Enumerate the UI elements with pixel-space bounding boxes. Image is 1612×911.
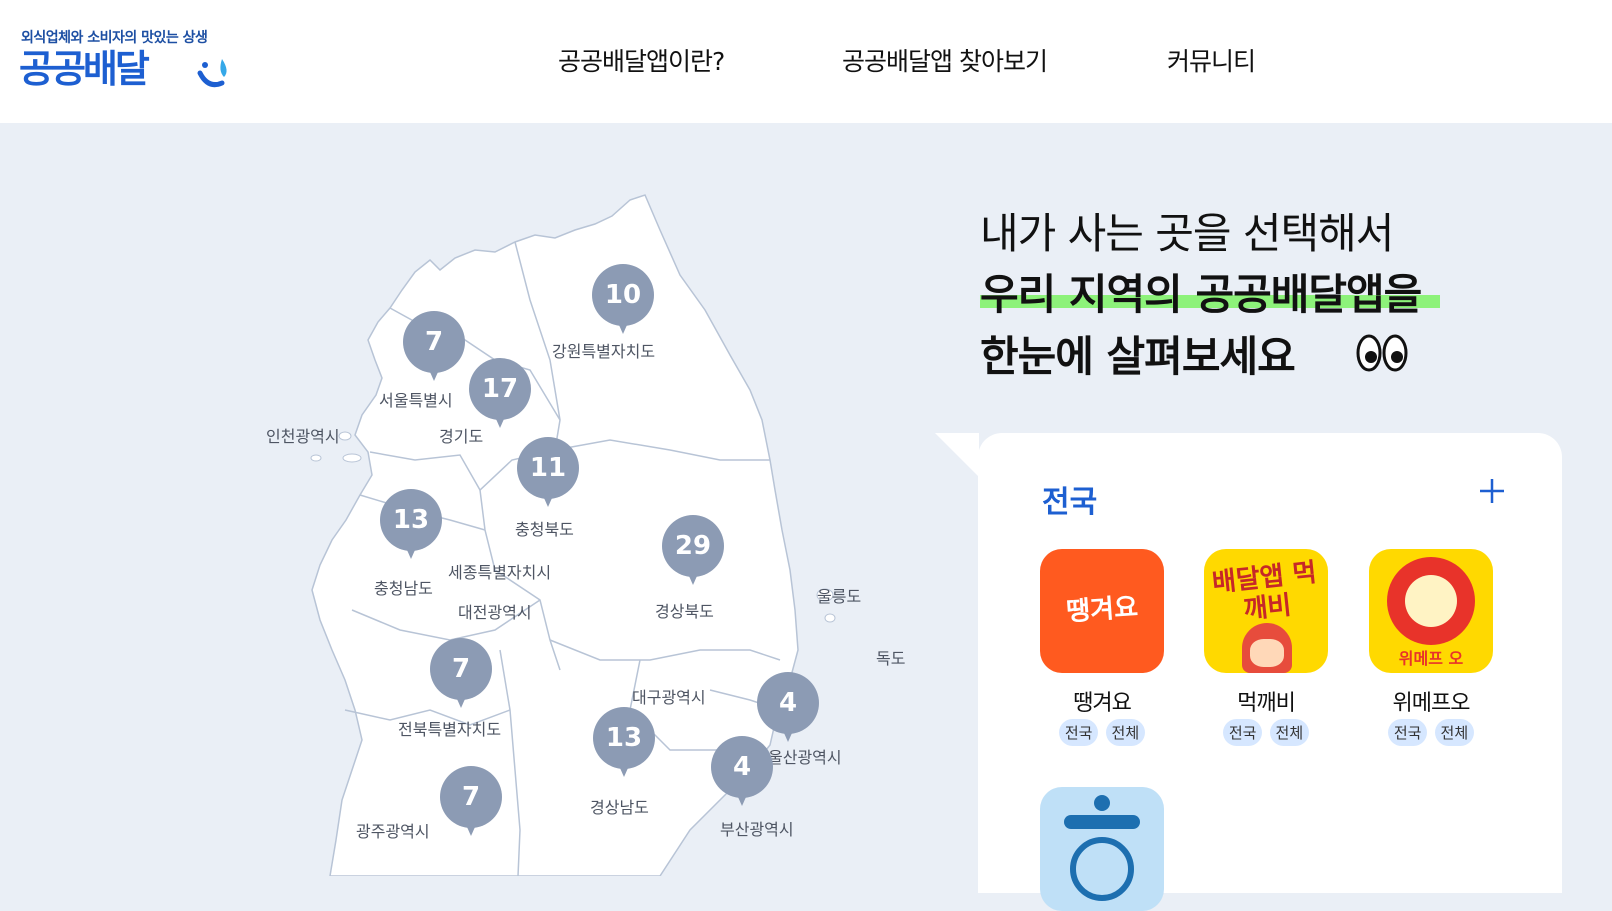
nav-community[interactable]: 커뮤니티: [1167, 42, 1256, 78]
pin-seoul[interactable]: 7: [403, 311, 465, 383]
app-logo-text: 위메프 오: [1398, 649, 1464, 668]
label-ulsan[interactable]: 울산광역시: [768, 744, 842, 768]
label-gyeongnam[interactable]: 경상남도: [590, 794, 649, 818]
tag-scope: 전국: [1222, 719, 1263, 746]
label-dokdo: 독도: [876, 649, 906, 668]
pin-chungbuk[interactable]: 11: [517, 437, 579, 509]
smile-drop-icon: [197, 59, 227, 88]
pin-ulsan[interactable]: 4: [757, 672, 819, 744]
mascot-face: [1250, 639, 1284, 667]
card-notch: [935, 433, 979, 477]
mascot-face: [1405, 575, 1457, 627]
pin-busan[interactable]: 4: [711, 736, 773, 808]
app-icon-ttaenggyeoyo[interactable]: 땡겨요: [1040, 549, 1164, 673]
headline-line3: 한눈에 살펴보세요: [980, 332, 1296, 381]
emblem-bar: [1064, 815, 1140, 829]
label-chungnam[interactable]: 충청남도: [374, 575, 433, 599]
pin-gyeongnam[interactable]: 13: [593, 707, 655, 779]
label-gangwon[interactable]: 강원특별자치도: [552, 338, 655, 362]
headline-line1: 내가 사는 곳을 선택해서: [980, 209, 1394, 258]
app-icon-fourth[interactable]: [1040, 787, 1164, 911]
plus-icon[interactable]: [1478, 477, 1506, 505]
label-chungbuk[interactable]: 충청북도: [515, 516, 574, 540]
label-gyeongbuk[interactable]: 경상북도: [655, 598, 714, 622]
label-daegu[interactable]: 대구광역시: [632, 684, 706, 708]
label-daejeon[interactable]: 대전광역시: [458, 599, 532, 623]
app-logo-text: 배달앱 먹깨비: [1210, 557, 1319, 626]
tag-scope: 전국: [1387, 719, 1428, 746]
headline-line2: 우리 지역의 공공배달앱을: [980, 270, 1422, 319]
pin-gyeongbuk[interactable]: 29: [662, 515, 724, 587]
pin-jeonbuk[interactable]: 7: [430, 638, 492, 710]
label-incheon[interactable]: 인천광역시: [266, 423, 340, 447]
nav-about[interactable]: 공공배달앱이란?: [558, 42, 725, 78]
app-tags: 전국 전체: [1369, 719, 1493, 746]
label-busan[interactable]: 부산광역시: [720, 816, 794, 840]
app-name[interactable]: 땡겨요: [1040, 685, 1164, 717]
pin-chungnam[interactable]: 13: [380, 489, 442, 561]
korea-map: 강원특별자치도 서울특별시 경기도 인천광역시 충청북도 충청남도 세종특별자치…: [250, 190, 930, 876]
label-seoul[interactable]: 서울특별시: [379, 387, 453, 411]
tag-category: 전체: [1434, 719, 1475, 746]
korea-map-shape: [310, 194, 836, 876]
pin-gangwon[interactable]: 10: [592, 264, 654, 336]
app-icon-meokkaebi[interactable]: 배달앱 먹깨비: [1204, 549, 1328, 673]
label-jeonbuk[interactable]: 전북특별자치도: [398, 716, 501, 740]
site-header: 외식업체와 소비자의 맛있는 상생 공공배달 공공배달앱이란? 공공배달앱 찾아…: [0, 0, 1612, 123]
app-list-panel: 전국 땡겨요 땡겨요 전국 전체 배달앱 먹깨비 먹깨비 전국 전체 위메프 오…: [978, 433, 1562, 911]
label-ulleungdo: 울릉도: [817, 587, 862, 606]
label-sejong[interactable]: 세종특별자치시: [448, 559, 551, 583]
label-gwangju[interactable]: 광주광역시: [356, 818, 430, 842]
panel-region-title: 전국: [1042, 485, 1098, 520]
app-logo-text: 땡겨요: [1065, 592, 1140, 628]
nav-find-apps[interactable]: 공공배달앱 찾아보기: [842, 42, 1048, 78]
tag-category: 전체: [1269, 719, 1310, 746]
app-tags: 전국 전체: [1040, 719, 1164, 746]
app-name[interactable]: 위메프오: [1369, 685, 1493, 717]
logo[interactable]: 공공배달: [19, 45, 150, 93]
emblem-dot: [1094, 795, 1110, 811]
tag-scope: 전국: [1058, 719, 1099, 746]
pin-gyeonggi[interactable]: 17: [469, 358, 531, 430]
emblem-ring: [1070, 837, 1134, 901]
app-name[interactable]: 먹깨비: [1204, 685, 1328, 717]
pin-gwangju[interactable]: 7: [440, 766, 502, 838]
app-tags: 전국 전체: [1204, 719, 1328, 746]
app-icon-wemakeprice-o[interactable]: 위메프 오: [1369, 549, 1493, 673]
tag-category: 전체: [1105, 719, 1146, 746]
logo-tagline: 외식업체와 소비자의 맛있는 상생: [21, 30, 208, 46]
eyes-icon: [1356, 334, 1408, 372]
